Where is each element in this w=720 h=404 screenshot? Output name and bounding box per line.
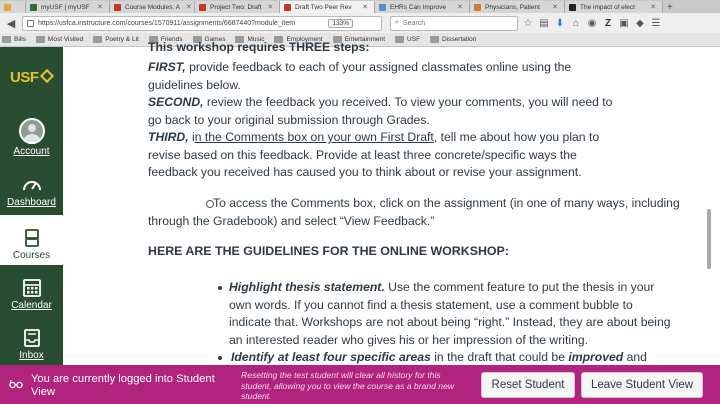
account-avatar-icon: [18, 118, 45, 144]
student-view-message: You are currently logged into Student Vi…: [31, 373, 215, 398]
nav-item-calendar[interactable]: Calendar: [0, 267, 63, 315]
folder-icon: [430, 36, 440, 43]
extension-icon[interactable]: ▣: [618, 17, 630, 29]
search-placeholder: Search: [402, 19, 426, 27]
access-instructions-line-1: To access the Comments box, click on the…: [213, 196, 680, 210]
bookmark-dissertation[interactable]: Dissertation: [430, 36, 476, 43]
leave-student-view-button[interactable]: Leave Student View: [581, 372, 703, 398]
close-tab-icon[interactable]: ✕: [546, 3, 558, 11]
access-instructions-line-2: through the Gradebook) and select “View …: [148, 214, 435, 228]
step-third-line-2: revise based on this feedback. Provide a…: [148, 148, 577, 162]
guideline-1-line-2: own words. If you cannot find a thesis s…: [229, 298, 633, 312]
guideline-1-line-4: an interested reader who gives his or he…: [229, 333, 589, 347]
step-second-line-1: SECOND, review the feedback you received…: [148, 95, 613, 109]
usf-logo[interactable]: USF: [10, 68, 54, 86]
canvas-favicon-icon: [284, 3, 291, 11]
student-view-bar: You are currently logged into Student Vi…: [0, 365, 720, 404]
reset-student-note: Resetting the test student will clear al…: [241, 370, 455, 401]
url-text: https://usfca.instructure.com/courses/15…: [38, 19, 296, 27]
tab-6[interactable]: The impact of elect ✕: [565, 1, 663, 13]
bookmark-usf[interactable]: USF: [395, 36, 420, 43]
tab-2[interactable]: Project Two: Draft ✕: [195, 1, 280, 13]
logo-diamond-icon: [39, 68, 54, 84]
evernote-icon[interactable]: ◆: [634, 17, 646, 29]
close-tab-icon[interactable]: ✕: [644, 3, 656, 11]
folder-icon: [2, 36, 11, 43]
search-input[interactable]: ⌕ Search: [390, 15, 518, 31]
new-tab-button[interactable]: +: [663, 1, 693, 13]
guideline-2-line-1: Identify at least four specific areas in…: [231, 350, 647, 364]
folder-icon: [35, 36, 45, 43]
back-arrow-icon[interactable]: ◀: [4, 16, 18, 30]
home-icon[interactable]: ⌂: [570, 17, 582, 29]
inbox-icon: [23, 329, 40, 347]
pinned-tab-icon: [4, 3, 11, 11]
tab-5[interactable]: Physicians, Patient ✕: [470, 1, 565, 13]
close-tab-icon[interactable]: ✕: [262, 3, 274, 11]
nav-item-account[interactable]: Account: [0, 113, 63, 161]
tab-3-active[interactable]: Draft Two Peer Rev ✕: [280, 1, 375, 13]
zotero-icon[interactable]: Z: [602, 17, 614, 29]
reading-list-icon[interactable]: ▤: [538, 17, 550, 29]
close-tab-icon[interactable]: ✕: [91, 3, 103, 11]
nav-item-dashboard[interactable]: Dashboard: [0, 164, 63, 212]
reset-student-button[interactable]: Reset Student: [481, 372, 575, 398]
w-favicon-icon: [569, 3, 576, 11]
step-third-line-1: THIRD, in the Comments box on your own F…: [148, 130, 600, 144]
global-navigation: USF Account Dashboard Courses Calendar I…: [0, 47, 63, 365]
scrollbar-thumb[interactable]: [707, 209, 711, 269]
menu-icon[interactable]: ☰: [650, 17, 662, 29]
step-second-line-2: go back to your original submission thro…: [148, 113, 430, 127]
guideline-1-line-3: indicate that. Workshops are not about b…: [229, 315, 671, 329]
bullet-icon: [218, 286, 222, 290]
bookmark-most-visited[interactable]: Most Visited: [35, 36, 83, 43]
zoom-level[interactable]: 133%: [328, 18, 353, 28]
pocket-icon[interactable]: ◉: [586, 17, 598, 29]
page-scrollbar[interactable]: [706, 49, 712, 363]
tab-pinned[interactable]: [0, 1, 26, 13]
comments-box-link[interactable]: n the Comments box on your own First Dra…: [195, 130, 434, 144]
usf-favicon-icon: [30, 3, 37, 11]
nav-item-inbox[interactable]: Inbox: [0, 317, 63, 365]
close-tab-icon[interactable]: ✕: [356, 3, 368, 11]
dashboard-icon: [22, 181, 41, 191]
folder-icon: [93, 36, 103, 43]
nav-item-courses[interactable]: Courses: [0, 215, 63, 265]
step-third-line-3: feedback you received has caused you to …: [148, 165, 582, 179]
bookmark-bills[interactable]: Bills: [2, 36, 26, 43]
glasses-icon: [9, 379, 23, 389]
download-icon[interactable]: ⬇: [554, 17, 566, 29]
plus-icon: +: [667, 1, 673, 13]
star-icon[interactable]: ☆: [522, 17, 534, 29]
guidelines-heading: HERE ARE THE GUIDELINES FOR THE ONLINE W…: [148, 244, 509, 258]
close-tab-icon[interactable]: ✕: [451, 3, 463, 11]
browser-navbar: ◀ https://usfca.instructure.com/courses/…: [0, 13, 720, 33]
browser-tab-strip: myUSF | myUSF ✕ Course Modules: A ✕ Projec…: [0, 0, 720, 13]
bullet-icon: [218, 356, 222, 360]
search-icon: ⌕: [395, 19, 399, 26]
doc-favicon-icon: [379, 3, 386, 11]
folder-icon: [395, 36, 405, 43]
lock-icon: [27, 19, 34, 27]
tab-1[interactable]: Course Modules: A ✕: [110, 1, 195, 13]
calendar-icon: [22, 279, 41, 297]
canvas-favicon-icon: [114, 3, 121, 11]
guideline-1-line-1: Highlight thesis statement. Use the comm…: [229, 280, 655, 294]
tab-4[interactable]: EHRs Can Improve ✕: [375, 1, 470, 13]
workshop-steps-intro: This workshop requires THREE steps:: [148, 40, 370, 54]
close-tab-icon[interactable]: ✕: [180, 3, 192, 11]
doc-favicon-icon: [474, 3, 481, 11]
step-first-line-1: FIRST, provide feedback to each of your …: [148, 60, 572, 74]
bookmark-poetry[interactable]: Poetry & Lit: [93, 36, 139, 43]
courses-icon: [24, 229, 39, 247]
tab-0[interactable]: myUSF | myUSF ✕: [26, 1, 110, 13]
step-first-line-2: guidelines below.: [148, 78, 241, 92]
address-bar[interactable]: https://usfca.instructure.com/courses/15…: [22, 15, 382, 31]
canvas-favicon-icon: [199, 3, 206, 11]
